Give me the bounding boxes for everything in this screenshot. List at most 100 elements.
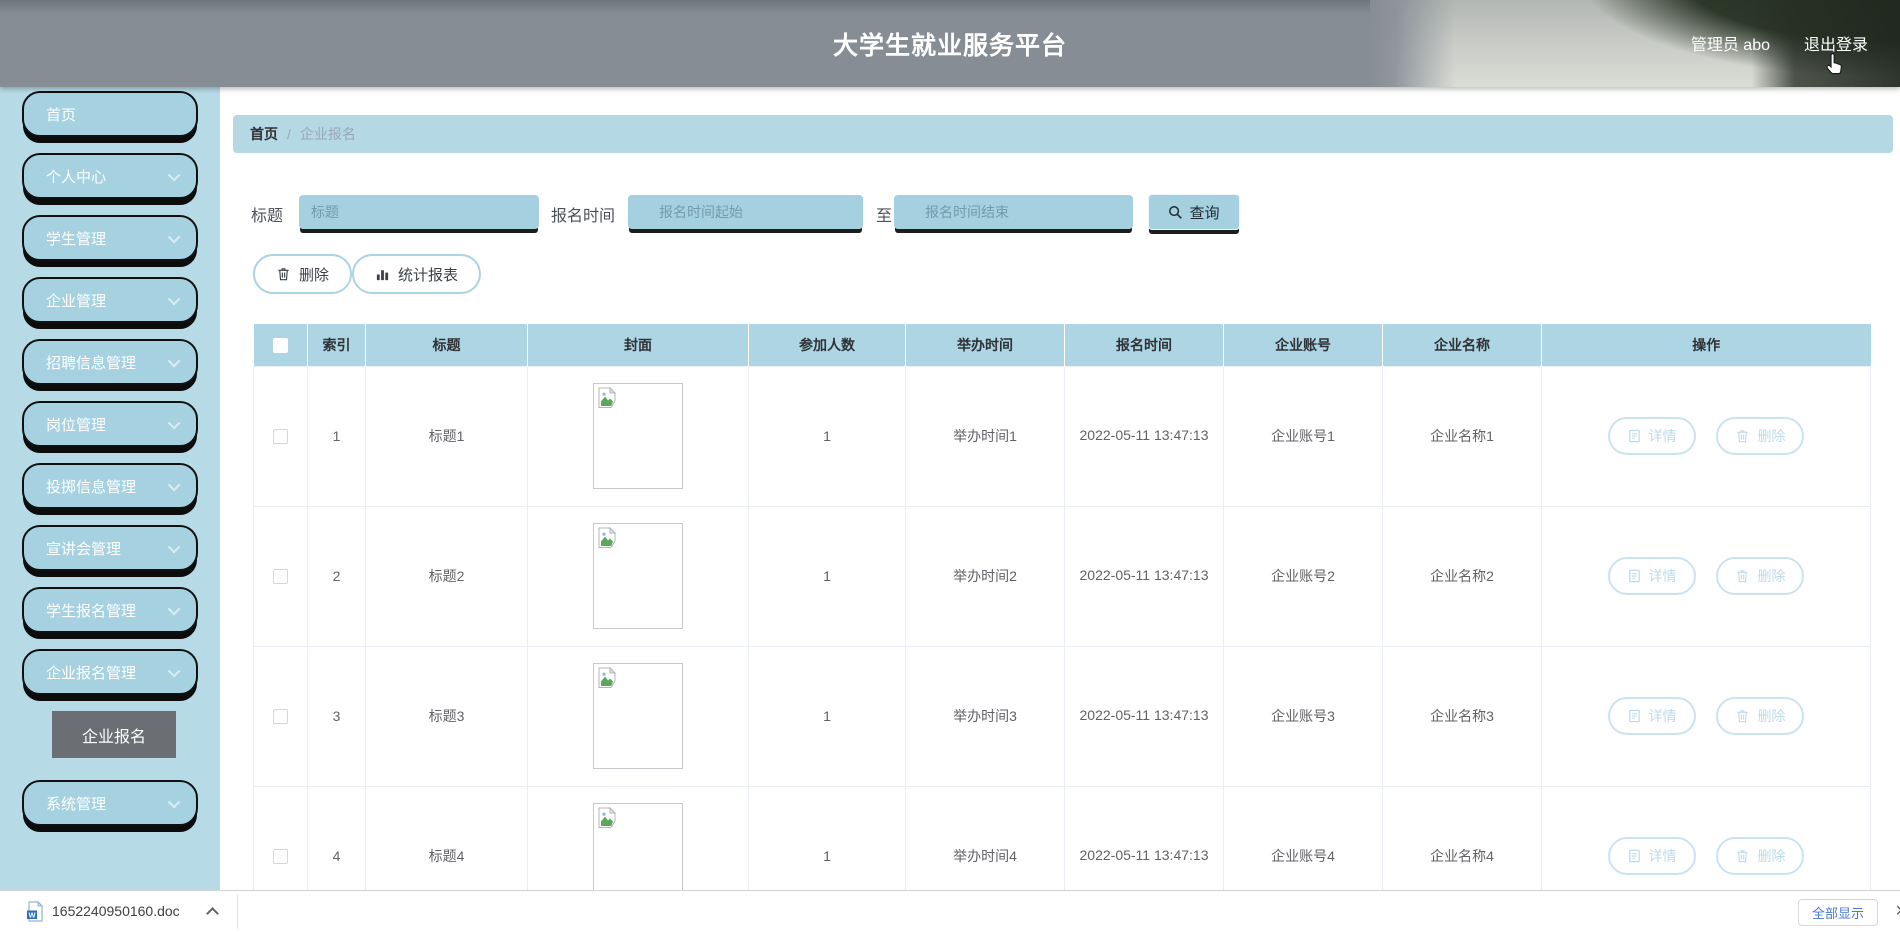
table-row: 1 标题1 1 举办时间1 2022-05-11 13:47:13 企业账号1 … bbox=[253, 365, 1871, 507]
cell-signup-time: 2022-05-11 13:47:13 bbox=[1064, 505, 1224, 647]
sidebar: 首页 个人中心 学生管理 企业管理 招聘信息管理 岗位管理 投掷信息管理 宣讲会… bbox=[0, 87, 220, 890]
detail-button[interactable]: 详情 bbox=[1607, 697, 1696, 735]
document-icon bbox=[1628, 709, 1640, 723]
chevron-up-icon[interactable] bbox=[206, 907, 219, 920]
sidebar-item-enterprise-mgmt[interactable]: 企业管理 bbox=[22, 277, 198, 323]
cell-account: 企业账号3 bbox=[1223, 645, 1383, 787]
table-header-row: 索引 标题 封面 参加人数 举办时间 报名时间 企业账号 企业名称 操作 bbox=[253, 324, 1871, 366]
sidebar-item-student-mgmt[interactable]: 学生管理 bbox=[22, 215, 198, 261]
cell-title: 标题1 bbox=[365, 365, 528, 507]
chevron-down-icon bbox=[167, 795, 181, 808]
cell-participants: 1 bbox=[748, 505, 906, 647]
sidebar-item-student-signup-mgmt[interactable]: 学生报名管理 bbox=[22, 587, 198, 633]
chevron-down-icon bbox=[167, 230, 181, 243]
sidebar-item-label: 系统管理 bbox=[46, 795, 107, 813]
cell-actions: 详情 删除 bbox=[1541, 365, 1871, 507]
cell-signup-time: 2022-05-11 13:47:13 bbox=[1064, 785, 1224, 890]
close-download-bar-icon[interactable]: × bbox=[1895, 900, 1900, 923]
cell-cover bbox=[527, 785, 749, 890]
cell-signup-time: 2022-05-11 13:47:13 bbox=[1064, 365, 1224, 507]
cell-actions: 详情 删除 bbox=[1541, 785, 1871, 890]
select-all-checkbox[interactable] bbox=[272, 338, 288, 354]
breadcrumb-separator: / bbox=[287, 126, 291, 142]
detail-button[interactable]: 详情 bbox=[1607, 557, 1696, 595]
chevron-down-icon bbox=[167, 540, 181, 553]
row-delete-button[interactable]: 删除 bbox=[1716, 837, 1805, 875]
search-button[interactable]: 查询 bbox=[1148, 194, 1240, 230]
column-header-participants: 参加人数 bbox=[748, 324, 906, 366]
cover-image-placeholder bbox=[593, 383, 683, 489]
signup-time-start-input[interactable] bbox=[628, 195, 863, 229]
row-delete-button[interactable]: 删除 bbox=[1716, 417, 1805, 455]
cell-cover bbox=[527, 645, 749, 787]
report-button-label: 统计报表 bbox=[398, 266, 459, 284]
svg-text:W: W bbox=[28, 910, 36, 919]
column-header-actions: 操作 bbox=[1541, 324, 1871, 366]
row-checkbox[interactable] bbox=[273, 569, 288, 585]
cell-hold-time: 举办时间2 bbox=[905, 505, 1065, 647]
sidebar-item-presentation-mgmt[interactable]: 宣讲会管理 bbox=[22, 525, 198, 571]
toolbar: 删除 统计报表 bbox=[253, 254, 482, 294]
delete-button[interactable]: 删除 bbox=[253, 254, 353, 294]
cell-company: 企业名称4 bbox=[1382, 785, 1542, 890]
row-checkbox[interactable] bbox=[273, 849, 288, 865]
downloaded-file-name[interactable]: 1652240950160.doc bbox=[52, 903, 180, 919]
sidebar-item-delivery-info-mgmt[interactable]: 投掷信息管理 bbox=[22, 463, 198, 509]
sidebar-item-enterprise-signup-mgmt[interactable]: 企业报名管理 bbox=[22, 649, 198, 695]
data-table: 索引 标题 封面 参加人数 举办时间 报名时间 企业账号 企业名称 操作 1 标… bbox=[253, 324, 1871, 890]
cell-index: 1 bbox=[307, 365, 366, 507]
detail-button[interactable]: 详情 bbox=[1607, 417, 1696, 455]
cell-signup-time: 2022-05-11 13:47:13 bbox=[1064, 645, 1224, 787]
cell-company: 企业名称1 bbox=[1382, 365, 1542, 507]
cell-title: 标题3 bbox=[365, 645, 528, 787]
column-header-signup-time: 报名时间 bbox=[1064, 324, 1224, 366]
cover-image-placeholder bbox=[593, 523, 683, 629]
sidebar-item-home[interactable]: 首页 bbox=[22, 91, 198, 137]
chevron-down-icon bbox=[167, 168, 181, 181]
row-delete-button[interactable]: 删除 bbox=[1716, 697, 1805, 735]
sidebar-item-job-mgmt[interactable]: 岗位管理 bbox=[22, 401, 198, 447]
cell-company: 企业名称3 bbox=[1382, 645, 1542, 787]
cell-hold-time: 举办时间1 bbox=[905, 365, 1065, 507]
signup-time-end-input[interactable] bbox=[894, 195, 1133, 229]
mouse-cursor-hand-icon bbox=[1826, 52, 1843, 75]
cell-actions: 详情 删除 bbox=[1541, 645, 1871, 787]
cell-participants: 1 bbox=[748, 365, 906, 507]
cell-company: 企业名称2 bbox=[1382, 505, 1542, 647]
cell-cover bbox=[527, 505, 749, 647]
table-row: 3 标题3 1 举办时间3 2022-05-11 13:47:13 企业账号3 … bbox=[253, 645, 1871, 787]
cell-account: 企业账号2 bbox=[1223, 505, 1383, 647]
app-header: 大学生就业服务平台 管理员 abo 退出登录 bbox=[0, 0, 1900, 87]
show-all-downloads-button[interactable]: 全部显示 bbox=[1797, 899, 1878, 926]
trash-icon bbox=[1737, 850, 1749, 863]
logged-in-user-label: 管理员 abo bbox=[1690, 37, 1770, 54]
sidebar-item-personal-center[interactable]: 个人中心 bbox=[22, 153, 198, 199]
sidebar-subitem-enterprise-signup[interactable]: 企业报名 bbox=[52, 711, 176, 758]
sidebar-item-label: 招聘信息管理 bbox=[46, 354, 137, 372]
sidebar-item-label: 学生管理 bbox=[46, 230, 107, 248]
cell-actions: 详情 删除 bbox=[1541, 505, 1871, 647]
cell-index: 4 bbox=[307, 785, 366, 890]
row-checkbox[interactable] bbox=[273, 429, 288, 445]
breadcrumb-home[interactable]: 首页 bbox=[250, 124, 278, 144]
report-button[interactable]: 统计报表 bbox=[352, 254, 482, 294]
header-checkbox-cell bbox=[253, 324, 308, 366]
document-icon bbox=[1628, 849, 1640, 863]
download-bar: W 1652240950160.doc 全部显示 × bbox=[0, 890, 1900, 932]
row-checkbox[interactable] bbox=[273, 709, 288, 725]
chevron-down-icon bbox=[167, 292, 181, 305]
chevron-down-icon bbox=[167, 664, 181, 677]
trash-icon bbox=[1737, 430, 1749, 443]
cover-image-placeholder bbox=[593, 663, 683, 769]
sidebar-item-system-mgmt[interactable]: 系统管理 bbox=[22, 780, 198, 826]
column-header-hold-time: 举办时间 bbox=[905, 324, 1065, 366]
cell-account: 企业账号4 bbox=[1223, 785, 1383, 890]
title-filter-input[interactable] bbox=[299, 195, 539, 229]
chevron-down-icon bbox=[167, 416, 181, 429]
delete-button-label: 删除 bbox=[299, 266, 330, 284]
detail-button[interactable]: 详情 bbox=[1607, 837, 1696, 875]
sidebar-item-recruit-info-mgmt[interactable]: 招聘信息管理 bbox=[22, 339, 198, 385]
cover-image-placeholder bbox=[593, 803, 683, 890]
row-delete-button[interactable]: 删除 bbox=[1716, 557, 1805, 595]
trash-icon bbox=[1737, 710, 1749, 723]
